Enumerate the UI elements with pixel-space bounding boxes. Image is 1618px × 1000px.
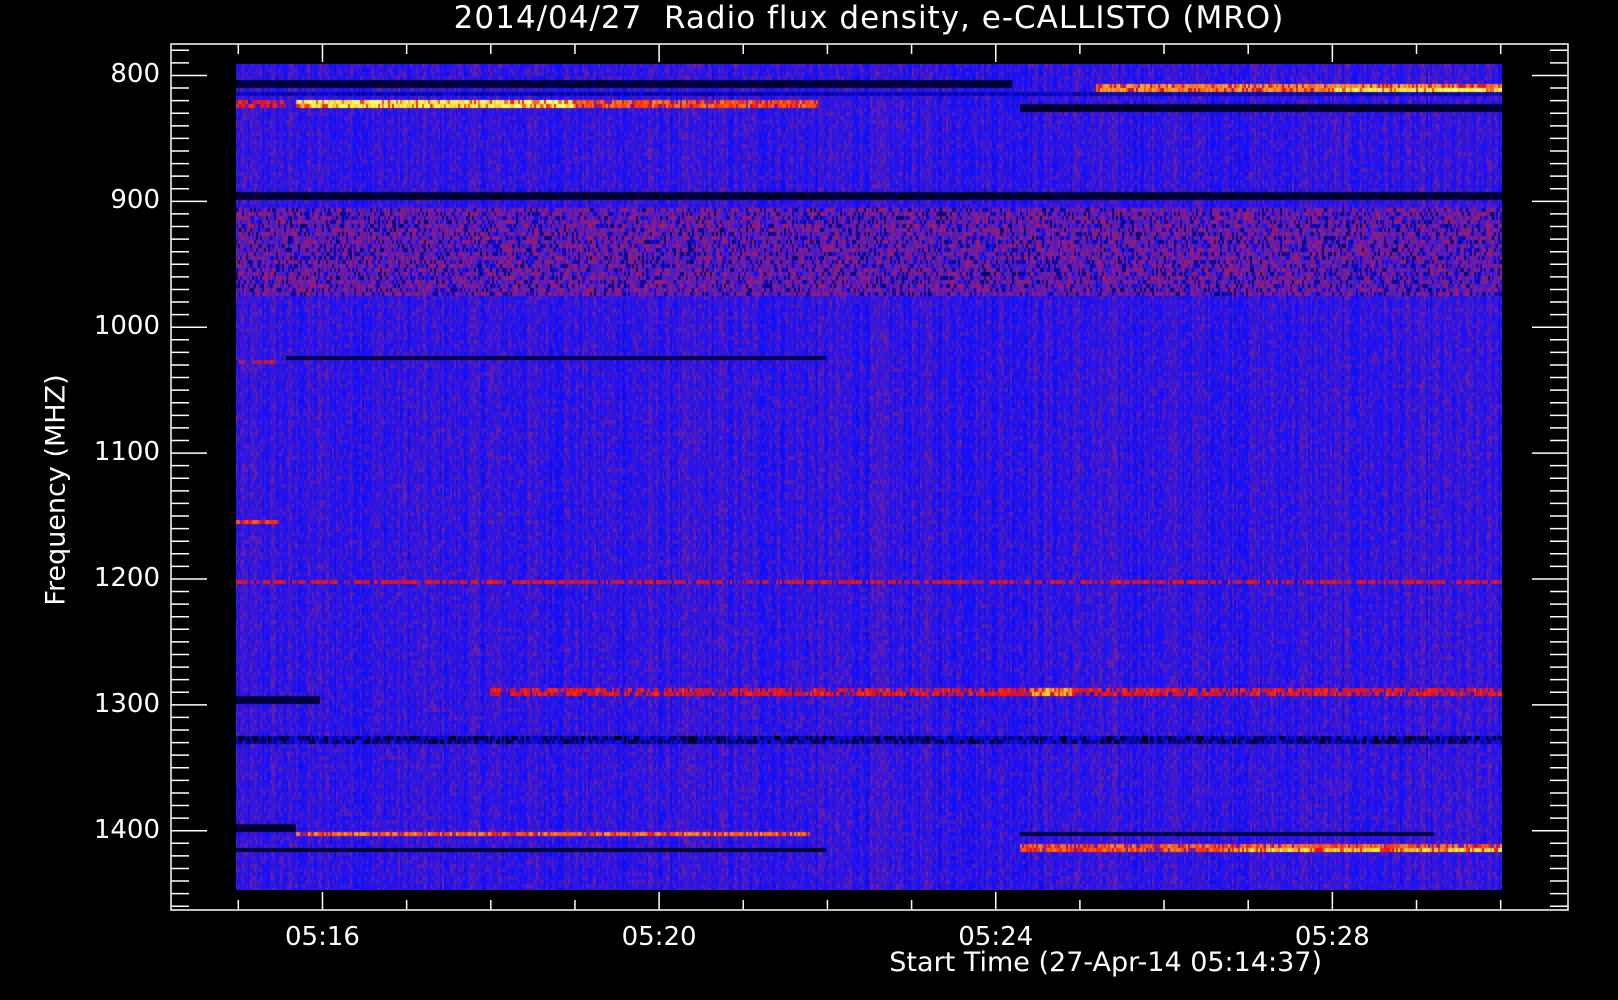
y-tick-label: 1100	[93, 437, 160, 468]
x-axis-label: Start Time (27-Apr-14 05:14:37)	[889, 947, 1322, 978]
y-axis-label: Frequency (MHZ)	[40, 374, 72, 606]
plot-frame	[170, 43, 1569, 911]
y-tick-label: 1300	[93, 688, 160, 719]
y-tick-label: 900	[110, 185, 160, 216]
y-tick-label: 800	[110, 59, 160, 90]
chart-axes	[170, 43, 1569, 911]
y-tick-label: 1200	[93, 562, 160, 593]
y-tick-label: 1400	[93, 814, 160, 845]
y-tick-label: 1000	[93, 311, 160, 342]
